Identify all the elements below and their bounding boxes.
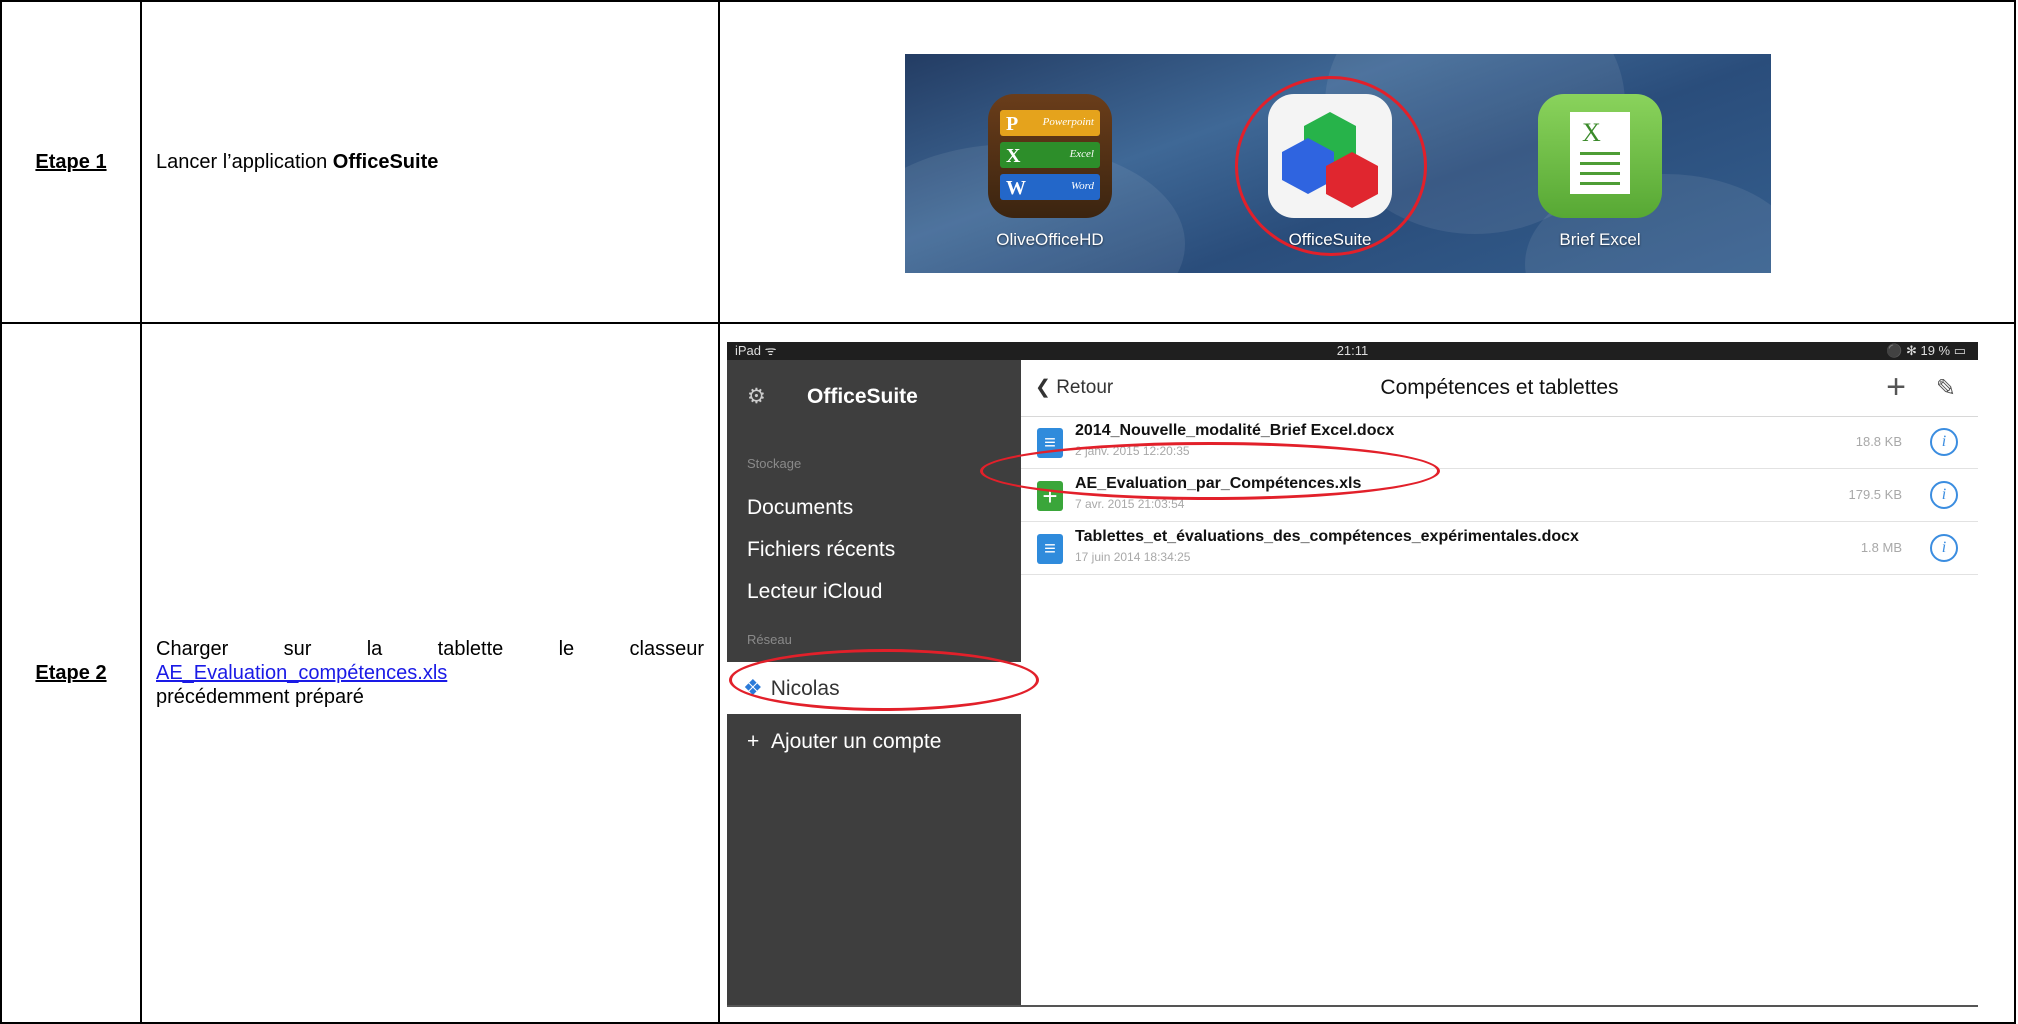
brief-excel-icon: X [1538,94,1662,218]
sidebar-header: ⚙ OfficeSuite [747,384,918,409]
add-account-label: Ajouter un compte [770,730,942,753]
app-label: Brief Excel [1559,230,1641,249]
plus-icon: + [747,730,771,753]
folder-title: Compétences et tablettes [1380,376,1619,399]
file-highlight-ring [980,442,1440,500]
battery-indicator: ⚫ ✻ 19 % ▭ [1886,343,1966,358]
olive-bar-excel: X Excel [1000,142,1100,168]
sidebar-item-recent-files[interactable]: Fichiers récents [747,538,895,562]
app-oliveofficehd[interactable]: P Powerpoint X Excel W Word OliveOfficeHD [985,94,1115,250]
file-name: Tablettes_et_évaluations_des_compétences… [1075,528,1579,545]
info-icon[interactable]: i [1930,481,1958,509]
app-brief-excel[interactable]: X Brief Excel [1535,94,1665,250]
app-title: OfficeSuite [807,385,918,408]
officesuite-screenshot: iPad ᯤ 21:11 ⚫ ✻ 19 % ▭ ⚙ OfficeSuite Sto… [727,342,1978,1007]
file-row[interactable]: ≡ Tablettes_et_évaluations_des_compétenc… [1021,522,1978,575]
compose-icon[interactable]: ✎ [1936,374,1956,403]
info-icon[interactable]: i [1930,534,1958,562]
sidebar-item-documents[interactable]: Documents [747,496,853,520]
olive-bar-word: W Word [1000,174,1100,200]
sidebar-item-icloud[interactable]: Lecteur iCloud [747,580,882,604]
file-name: 2014_Nouvelle_modalité_Brief Excel.docx [1075,422,1395,439]
section-storage: Stockage [747,456,802,471]
file-date: 17 juin 2014 18:34:25 [1075,550,1191,564]
info-icon[interactable]: i [1930,428,1958,456]
add-account-button[interactable]: + Ajouter un compte [747,730,941,754]
step-1-label: Etape 1 [0,0,142,324]
file-size: 1.8 MB [1860,540,1902,555]
status-bar: iPad ᯤ 21:11 ⚫ ✻ 19 % ▭ [727,342,1978,360]
section-network: Réseau [747,632,792,647]
olive-bar-powerpoint: P Powerpoint [1000,110,1100,136]
step-2-label: Etape 2 [0,322,142,1024]
step-1-text: Lancer l’application [156,151,333,173]
navigation-bar: ❮ Retour Compétences et tablettes + ✎ [1021,360,1978,417]
step-2-description: Charger sur la tablette le classeur AE_E… [140,322,720,1024]
document-icon: ≡ [1037,534,1063,564]
account-highlight-ring [729,649,1039,711]
app-label: OliveOfficeHD [996,230,1104,249]
gear-icon[interactable]: ⚙ [747,384,777,409]
bottom-divider [727,1005,1978,1007]
step-2-line-3: précédemment préparé [156,686,364,708]
file-size: 18.8 KB [1855,434,1902,449]
workbook-link[interactable]: AE_Evaluation_compétences.xls [156,662,447,684]
olive-office-icon: P Powerpoint X Excel W Word [988,94,1112,218]
brief-sheet-icon: X [1570,112,1630,194]
file-size: 179.5 KB [1848,487,1903,502]
highlight-ring [1235,76,1427,256]
home-screen-screenshot: P Powerpoint X Excel W Word OliveOfficeHD O… [905,54,1771,273]
step-1-description: Lancer l’application OfficeSuite [140,0,720,324]
step-2-line-1: Charger sur la tablette le classeur [156,638,704,660]
add-icon[interactable]: + [1886,368,1906,407]
step-1-app-name: OfficeSuite [332,151,439,173]
clock: 21:11 [1336,343,1369,358]
